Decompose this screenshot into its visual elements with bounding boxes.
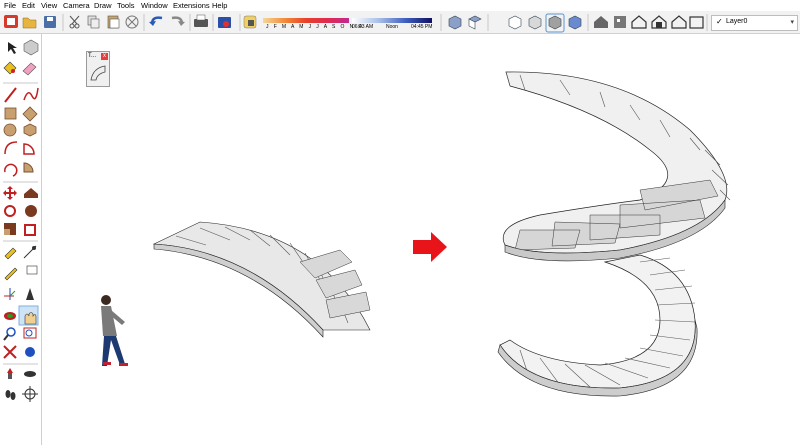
- shadow-toggle-icon[interactable]: [243, 15, 257, 29]
- cut-icon[interactable]: [69, 15, 80, 29]
- chevron-down-icon: ▾: [790, 19, 794, 26]
- zoom-tool[interactable]: [3, 327, 16, 341]
- component-tool[interactable]: [23, 39, 39, 56]
- close-icon[interactable]: x: [101, 53, 108, 60]
- getting-started-icon[interactable]: [4, 15, 18, 28]
- push-pull-tool[interactable]: [24, 188, 38, 198]
- layer-select[interactable]: ✓ Layer0 ▾: [711, 15, 798, 31]
- time-end-label: 04:45 PM: [411, 24, 433, 30]
- rectangle-tool[interactable]: [4, 107, 17, 120]
- front-view-icon[interactable]: [508, 15, 522, 30]
- floating-tool-window[interactable]: T... x: [86, 51, 110, 87]
- previous-view-tool[interactable]: [25, 347, 35, 357]
- open-icon[interactable]: [22, 17, 37, 29]
- zoom-window-tool[interactable]: [23, 327, 37, 339]
- left-view-icon[interactable]: [568, 15, 582, 30]
- protractor-tool[interactable]: [4, 267, 18, 281]
- zoom-extents-tool[interactable]: [3, 345, 17, 359]
- arc-tool[interactable]: [4, 141, 18, 155]
- rotated-rectangle-tool[interactable]: [22, 106, 38, 122]
- polygon-tool[interactable]: [23, 123, 37, 137]
- left-toolbar-icons: [3, 39, 39, 402]
- drawing-canvas[interactable]: [42, 34, 800, 445]
- right-view-icon[interactable]: [528, 15, 542, 30]
- back-view-icon[interactable]: [548, 15, 562, 30]
- select-tool[interactable]: [8, 42, 17, 54]
- pie-fill-tool[interactable]: [23, 162, 34, 173]
- copy-icon[interactable]: [87, 15, 100, 29]
- 3d-text-tool[interactable]: [26, 288, 34, 300]
- rotate-tool[interactable]: [4, 205, 16, 217]
- scale-tool[interactable]: [4, 223, 16, 235]
- dimension-tool[interactable]: [23, 245, 37, 259]
- layer-name: Layer0: [726, 18, 748, 25]
- paste-icon[interactable]: [107, 15, 120, 29]
- components-icon[interactable]: [614, 16, 626, 28]
- circle-tool[interactable]: [3, 123, 17, 137]
- offset-tool[interactable]: [24, 224, 36, 236]
- position-camera-tool[interactable]: [7, 368, 13, 379]
- axes-tool[interactable]: [4, 288, 16, 300]
- print-icon[interactable]: [194, 14, 208, 27]
- arc-3pt-tool[interactable]: [4, 163, 18, 177]
- walk-tool[interactable]: [5, 390, 16, 400]
- model-info-icon[interactable]: [218, 17, 231, 28]
- house-share-icon[interactable]: [651, 15, 667, 29]
- paint-bucket-tool[interactable]: [3, 61, 17, 75]
- tape-measure-tool[interactable]: [4, 247, 17, 260]
- iso-view-icon[interactable]: [448, 15, 462, 30]
- time-start-label: 06:43 AM: [352, 24, 374, 30]
- month-labels: J F M A M J J A S O N D: [266, 24, 364, 30]
- save-icon[interactable]: [44, 16, 56, 28]
- look-around-tool[interactable]: [24, 371, 36, 377]
- erase-icon[interactable]: [125, 15, 139, 29]
- curved-stair-icon[interactable]: [88, 62, 108, 84]
- house-text-icon[interactable]: [689, 16, 704, 29]
- house-outline-icon[interactable]: [671, 15, 687, 29]
- house-icon[interactable]: [631, 15, 647, 29]
- floating-window-title: T...: [88, 53, 97, 59]
- pie-tool[interactable]: [23, 143, 35, 155]
- freehand-tool[interactable]: [23, 87, 39, 101]
- eraser-tool[interactable]: [22, 62, 37, 76]
- undo-icon[interactable]: [149, 16, 163, 26]
- orbit-tool[interactable]: [4, 312, 16, 320]
- follow-me-tool[interactable]: [25, 205, 37, 217]
- layer-check-icon: ✓: [716, 17, 723, 26]
- redo-icon[interactable]: [171, 16, 185, 26]
- top-view-icon[interactable]: [468, 15, 482, 30]
- 3d-warehouse-icon[interactable]: [594, 16, 608, 28]
- section-plane-tool[interactable]: [22, 386, 38, 402]
- move-tool[interactable]: [3, 186, 17, 200]
- line-tool[interactable]: [4, 87, 17, 103]
- top-toolbar-icons: [4, 13, 708, 33]
- text-tool[interactable]: [26, 265, 38, 275]
- time-noon-label: Noon: [386, 24, 398, 30]
- shadow-time-slider[interactable]: [352, 18, 432, 23]
- shadow-date-slider[interactable]: [263, 18, 349, 23]
